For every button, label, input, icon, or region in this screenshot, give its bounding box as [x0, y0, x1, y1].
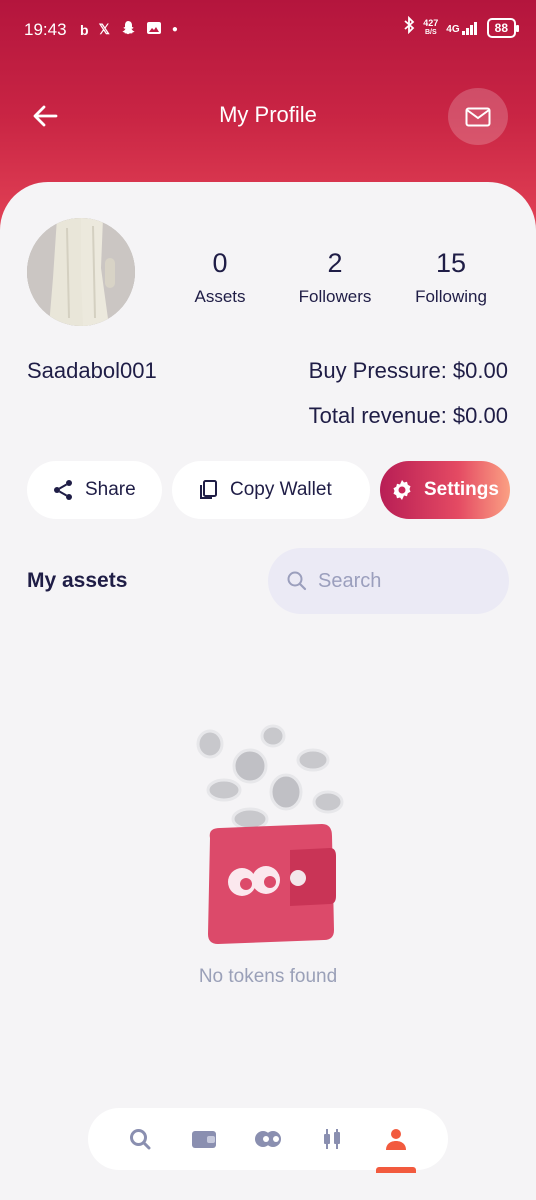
stat-value: 0	[212, 248, 228, 278]
copy-wallet-button[interactable]: Copy Wallet	[172, 461, 370, 519]
username: Saadabol001	[27, 358, 157, 383]
my-assets-title: My assets	[27, 569, 128, 592]
snapchat-icon	[120, 20, 136, 39]
settings-label: Settings	[424, 479, 499, 500]
status-time: 19:43	[24, 20, 67, 39]
search-input[interactable]	[318, 569, 488, 593]
buy-pressure: Buy Pressure: $0.00	[308, 358, 508, 383]
profile-icon	[386, 1129, 406, 1150]
search-icon	[130, 1129, 151, 1150]
bluetooth-icon	[403, 15, 415, 39]
share-label: Share	[85, 479, 136, 500]
status-bar: 19:43 b 𝕏 ● 427 B/S 4G 88	[0, 0, 536, 60]
settings-button[interactable]: Settings	[380, 461, 510, 519]
nav-wallet[interactable]	[184, 1119, 224, 1159]
nav-profile[interactable]	[376, 1119, 416, 1173]
stat-value: 2	[327, 248, 343, 278]
avatar[interactable]	[27, 218, 135, 326]
messages-button[interactable]	[448, 88, 508, 145]
copy-wallet-label: Copy Wallet	[230, 479, 332, 500]
wallet-icon	[192, 1131, 216, 1148]
total-revenue: Total revenue: $0.00	[308, 403, 508, 428]
chart-icon	[324, 1129, 340, 1149]
stat-label: Followers	[298, 287, 372, 306]
empty-wallet-illustration	[180, 720, 360, 950]
stat-assets[interactable]: 0 Assets	[160, 248, 280, 307]
gallery-icon	[146, 20, 162, 39]
nav-trading[interactable]	[312, 1119, 352, 1159]
app-b-icon: b	[80, 21, 89, 38]
bottom-nav	[88, 1108, 448, 1173]
battery-indicator: 88	[486, 17, 520, 38]
signal-icon: 4G	[446, 21, 478, 35]
share-button[interactable]: Share	[27, 461, 162, 519]
active-indicator	[376, 1167, 416, 1173]
logo-icon	[255, 1131, 281, 1147]
stat-value: 15	[435, 248, 467, 278]
stat-followers[interactable]: 2 Followers	[275, 248, 395, 307]
search-icon	[287, 571, 307, 591]
search-box[interactable]	[268, 548, 509, 614]
status-right-icons: 427 B/S 4G 88	[403, 15, 520, 39]
gear-icon	[393, 480, 411, 500]
notification-icons: b 𝕏 ●	[80, 20, 178, 39]
mail-icon	[465, 107, 491, 126]
stat-label: Assets	[194, 287, 246, 306]
nav-home[interactable]	[248, 1119, 288, 1159]
share-icon	[54, 480, 72, 500]
profile-card	[0, 182, 536, 1200]
copy-icon	[200, 480, 217, 499]
net-speed: 427 B/S	[423, 17, 439, 36]
dot-icon: ●	[171, 24, 178, 35]
stat-label: Following	[415, 287, 487, 306]
stat-following[interactable]: 15 Following	[391, 248, 511, 307]
empty-state-text: No tokens found	[198, 966, 338, 987]
x-icon: 𝕏	[98, 21, 110, 37]
nav-search[interactable]	[120, 1119, 160, 1159]
